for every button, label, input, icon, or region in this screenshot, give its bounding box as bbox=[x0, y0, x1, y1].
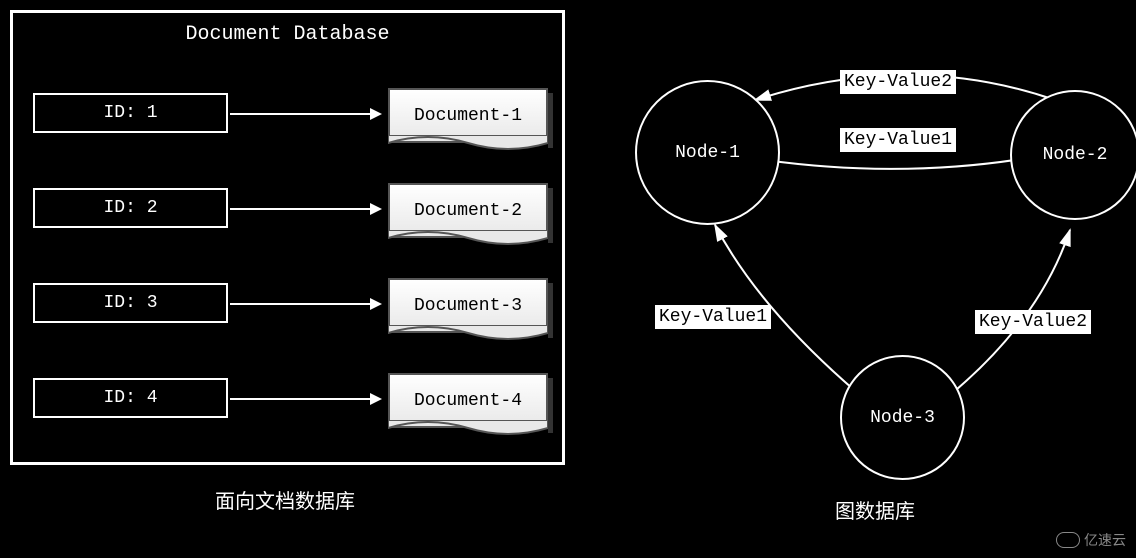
id-key-box: ID: 4 bbox=[33, 378, 228, 418]
watermark-text: 亿速云 bbox=[1084, 530, 1126, 550]
arrow-icon bbox=[230, 113, 380, 115]
edge-label: Key-Value2 bbox=[975, 310, 1091, 334]
graph-node-label: Node-2 bbox=[1043, 145, 1108, 165]
id-key-box: ID: 3 bbox=[33, 283, 228, 323]
id-key-text: ID: 2 bbox=[103, 198, 157, 218]
document-wave-icon bbox=[388, 420, 548, 440]
id-key-box: ID: 2 bbox=[33, 188, 228, 228]
graph-node-3: Node-3 bbox=[840, 355, 965, 480]
graph-node-2: Node-2 bbox=[1010, 90, 1136, 220]
graph-node-label: Node-1 bbox=[675, 143, 740, 163]
document-shape: Document-2 bbox=[388, 183, 548, 238]
document-label: Document-2 bbox=[414, 201, 522, 221]
edge-label: Key-Value1 bbox=[655, 305, 771, 329]
document-wave-icon bbox=[388, 325, 548, 345]
id-key-box: ID: 1 bbox=[33, 93, 228, 133]
document-wave-icon bbox=[388, 230, 548, 250]
watermark: 亿速云 bbox=[1056, 530, 1126, 550]
edge-label: Key-Value1 bbox=[840, 128, 956, 152]
arrow-icon bbox=[230, 398, 380, 400]
document-shape: Document-3 bbox=[388, 278, 548, 333]
graph-node-label: Node-3 bbox=[870, 408, 935, 428]
cloud-icon bbox=[1056, 532, 1080, 548]
document-wave-icon bbox=[388, 135, 548, 155]
document-label: Document-3 bbox=[414, 296, 522, 316]
id-key-text: ID: 4 bbox=[103, 388, 157, 408]
diagram-canvas: Document Database ID: 1 Document-1 ID: 2… bbox=[0, 0, 1136, 558]
document-database-title: Document Database bbox=[185, 23, 389, 46]
graph-node-1: Node-1 bbox=[635, 80, 780, 225]
graph-database-caption: 图数据库 bbox=[835, 495, 915, 525]
id-key-text: ID: 1 bbox=[103, 103, 157, 123]
id-key-text: ID: 3 bbox=[103, 293, 157, 313]
graph-database-panel: Node-1 Node-2 Node-3 Key-Value2 Key-Valu… bbox=[600, 10, 1120, 490]
document-shape: Document-1 bbox=[388, 88, 548, 143]
document-shape: Document-4 bbox=[388, 373, 548, 428]
arrow-icon bbox=[230, 303, 380, 305]
arrow-icon bbox=[230, 208, 380, 210]
document-database-panel: Document Database ID: 1 Document-1 ID: 2… bbox=[10, 10, 565, 465]
document-label: Document-1 bbox=[414, 106, 522, 126]
document-database-caption: 面向文档数据库 bbox=[215, 485, 355, 515]
document-label: Document-4 bbox=[414, 391, 522, 411]
edge-label: Key-Value2 bbox=[840, 70, 956, 94]
